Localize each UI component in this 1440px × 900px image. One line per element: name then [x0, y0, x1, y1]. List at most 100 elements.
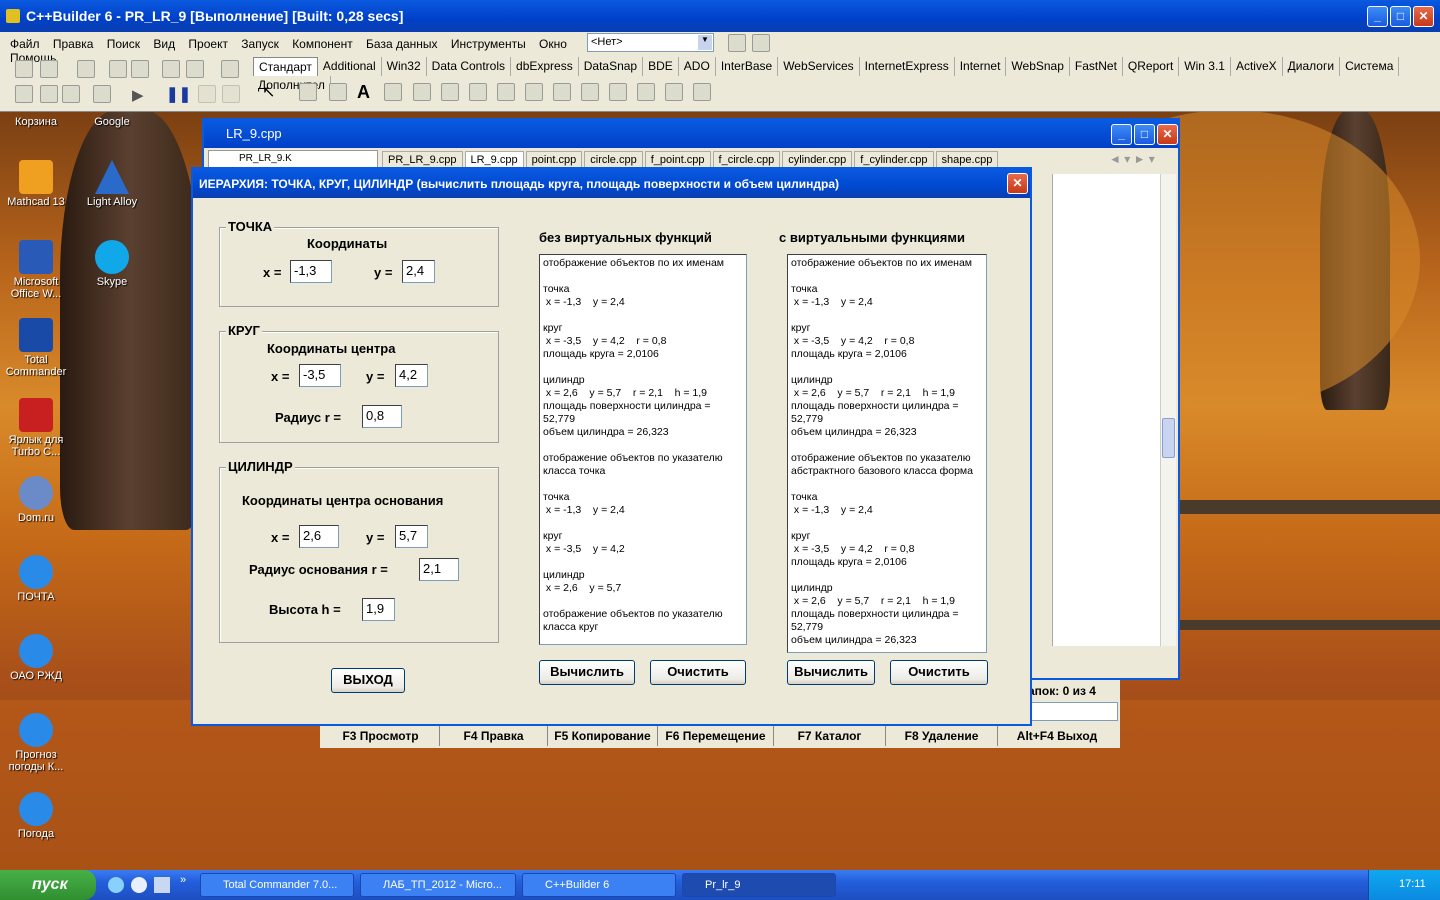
menu-edit[interactable]: Правка: [53, 37, 94, 51]
palette-tab[interactable]: Стандарт: [253, 57, 318, 76]
palette-tab[interactable]: FastNet: [1070, 57, 1123, 76]
toolbar-icon[interactable]: [198, 85, 216, 103]
task-word[interactable]: ЛАБ_ТП_2012 - Micro...: [360, 873, 516, 897]
desktop-icon-mathcad[interactable]: Mathcad 13: [0, 160, 72, 208]
palette-tab[interactable]: WebSnap: [1006, 57, 1070, 76]
run-icon[interactable]: ▶: [132, 86, 144, 104]
circle-y-input[interactable]: 4,2: [395, 364, 428, 387]
palette-tab[interactable]: Win32: [382, 57, 427, 76]
toolbar-icon[interactable]: [93, 85, 111, 103]
menu-project[interactable]: Проект: [188, 37, 228, 51]
desktop-icon-weather-forecast[interactable]: Прогноз погоды К...: [0, 713, 72, 773]
component-icon[interactable]: [469, 83, 487, 101]
palette-tab[interactable]: Data Controls: [427, 57, 512, 76]
menu-tools[interactable]: Инструменты: [451, 37, 526, 51]
point-y-input[interactable]: 2,4: [402, 260, 435, 283]
clear-button-right[interactable]: Очистить: [890, 660, 988, 685]
menu-database[interactable]: База данных: [366, 37, 437, 51]
f6-button[interactable]: F6 Перемещение: [658, 726, 774, 746]
palette-tab[interactable]: WebServices: [778, 57, 860, 76]
component-icon[interactable]: [413, 83, 431, 101]
toolbar-icon[interactable]: [131, 60, 149, 78]
toolbar-icon[interactable]: [752, 34, 770, 52]
desktop-icon-light-alloy[interactable]: Light Alloy: [76, 160, 148, 208]
palette-tab[interactable]: Win 3.1: [1179, 57, 1231, 76]
desktop-icon-turbo-c[interactable]: Ярлык для Turbo C...: [0, 398, 72, 458]
cylinder-radius-input[interactable]: 2,1: [419, 558, 459, 581]
with-virtual-output[interactable]: отображение объектов по их именам точка …: [787, 254, 987, 653]
desktop-icon-total-commander[interactable]: Total Commander: [0, 318, 72, 378]
menu-view[interactable]: Вид: [153, 37, 175, 51]
f3-button[interactable]: F3 Просмотр: [322, 726, 440, 746]
palette-tab[interactable]: InternetExpress: [860, 57, 955, 76]
cylinder-height-input[interactable]: 1,9: [362, 598, 395, 621]
component-icon[interactable]: [693, 83, 711, 101]
palette-tab[interactable]: InterBase: [716, 57, 779, 76]
menu-search[interactable]: Поиск: [107, 37, 140, 51]
toolbar-icon[interactable]: [728, 34, 746, 52]
exit-button[interactable]: ВЫХОД: [331, 668, 405, 693]
toolbar-icon[interactable]: [40, 85, 58, 103]
toolbar-icon[interactable]: [162, 60, 180, 78]
close-button[interactable]: ✕: [1157, 124, 1178, 145]
close-button[interactable]: ✕: [1413, 6, 1434, 27]
code-area[interactable]: [1052, 174, 1160, 646]
palette-tab[interactable]: ActiveX: [1231, 57, 1283, 76]
pointer-icon[interactable]: ↖: [262, 82, 275, 102]
palette-tab[interactable]: dbExpress: [511, 57, 579, 76]
ie-icon[interactable]: [108, 877, 124, 893]
start-button[interactable]: пуск: [0, 870, 96, 900]
desktop-icon-pochta[interactable]: ПОЧТА: [0, 555, 72, 603]
menu-component[interactable]: Компонент: [292, 37, 353, 51]
pause-icon[interactable]: ❚❚: [166, 85, 191, 103]
toolbar-icon[interactable]: [221, 60, 239, 78]
desktop-icon-google[interactable]: Google: [76, 116, 148, 128]
scroll-thumb[interactable]: [1162, 418, 1175, 458]
desktop-icon-word[interactable]: Microsoft Office W...: [0, 240, 72, 300]
quick-launch-expand-icon[interactable]: »: [180, 874, 186, 886]
toolbar-icon[interactable]: [222, 85, 240, 103]
task-cpp-builder[interactable]: C++Builder 6: [522, 873, 676, 897]
desktop-icon-dom-ru[interactable]: Dom.ru: [0, 476, 72, 524]
f7-button[interactable]: F7 Каталог: [774, 726, 886, 746]
tc-command-combo[interactable]: [1028, 702, 1118, 721]
menu-run[interactable]: Запуск: [241, 37, 279, 51]
circle-radius-input[interactable]: 0,8: [362, 405, 402, 428]
open-icon[interactable]: [40, 60, 58, 78]
desktop-icon-recycle-bin[interactable]: Корзина: [0, 116, 72, 128]
close-button[interactable]: ✕: [1007, 173, 1028, 194]
component-icon[interactable]: [637, 83, 655, 101]
object-combo[interactable]: <Нет> ▼: [587, 33, 714, 52]
component-icon[interactable]: [384, 83, 402, 101]
f8-button[interactable]: F8 Удаление: [886, 726, 998, 746]
tree-item[interactable]: PR_LR_9.K: [239, 153, 292, 164]
menu-file[interactable]: Файл: [10, 37, 40, 51]
point-x-input[interactable]: -1,3: [290, 260, 332, 283]
f4-button[interactable]: F4 Правка: [440, 726, 548, 746]
component-icon[interactable]: [441, 83, 459, 101]
menu-window[interactable]: Окно: [539, 37, 567, 51]
component-icon[interactable]: [581, 83, 599, 101]
toolbar-icon[interactable]: [186, 60, 204, 78]
calculate-button-left[interactable]: Вычислить: [539, 660, 635, 685]
desktop-icon-weather[interactable]: Погода: [0, 792, 72, 840]
vertical-scrollbar[interactable]: [1160, 174, 1176, 646]
component-icon[interactable]: [609, 83, 627, 101]
maximize-button[interactable]: □: [1134, 124, 1155, 145]
circle-x-input[interactable]: -3,5: [299, 364, 341, 387]
without-virtual-output[interactable]: отображение объектов по их именам точка …: [539, 254, 747, 645]
task-pr-lr-9[interactable]: Pr_lr_9: [682, 873, 836, 897]
component-icon[interactable]: [497, 83, 515, 101]
palette-tab[interactable]: Additional: [318, 57, 382, 76]
palette-tab[interactable]: Диалоги: [1283, 57, 1341, 76]
save-icon[interactable]: [77, 60, 95, 78]
clear-button-left[interactable]: Очистить: [650, 660, 746, 685]
clock[interactable]: 17:11: [1399, 878, 1426, 890]
new-icon[interactable]: [15, 60, 33, 78]
task-total-commander[interactable]: Total Commander 7.0...: [200, 873, 354, 897]
component-icon[interactable]: [665, 83, 683, 101]
desktop-icon[interactable]: [154, 877, 170, 893]
desktop-icon-skype[interactable]: Skype: [76, 240, 148, 288]
minimize-button[interactable]: _: [1367, 6, 1388, 27]
component-icon[interactable]: [329, 83, 347, 101]
